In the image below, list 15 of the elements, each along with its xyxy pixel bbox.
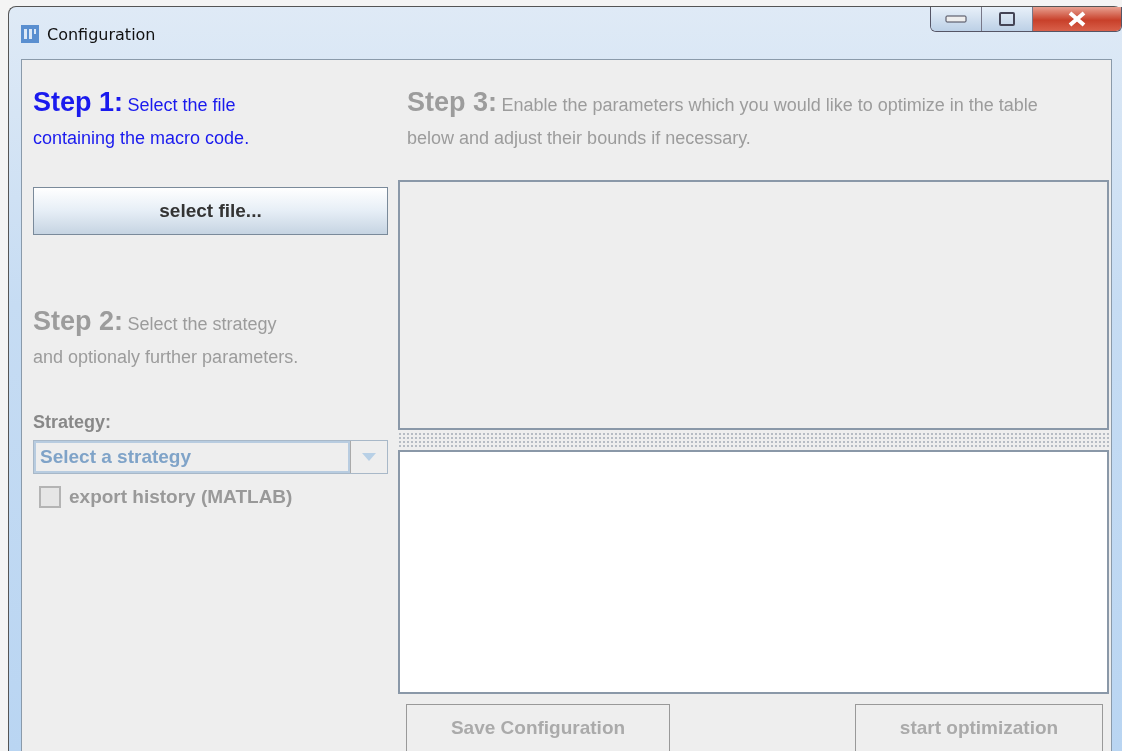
step-instruction: Step 2: Select the strategy and optionaly further parameters. [33, 305, 300, 369]
minimize-button[interactable] [931, 7, 982, 31]
maximize-button[interactable] [982, 7, 1033, 31]
close-button[interactable] [1033, 7, 1121, 31]
maximize-icon [999, 12, 1015, 26]
minimize-icon [945, 15, 967, 23]
close-icon [1067, 11, 1087, 27]
window-title: Configuration [47, 25, 156, 44]
step-instruction: Step 1: Select the file containing the macro code. [33, 86, 251, 150]
strategy-label: Strategy: [33, 411, 113, 434]
checkbox-label: export history (MATLAB) [69, 486, 293, 508]
select-file-button[interactable]: select file... [33, 187, 388, 235]
step-instruction: Step 3: Enable the parameters which you would like to optimize in the table below and adjust their bounds if necessary. [407, 86, 1039, 150]
dropdown-arrow-icon [362, 453, 376, 461]
app-icon [21, 25, 39, 43]
